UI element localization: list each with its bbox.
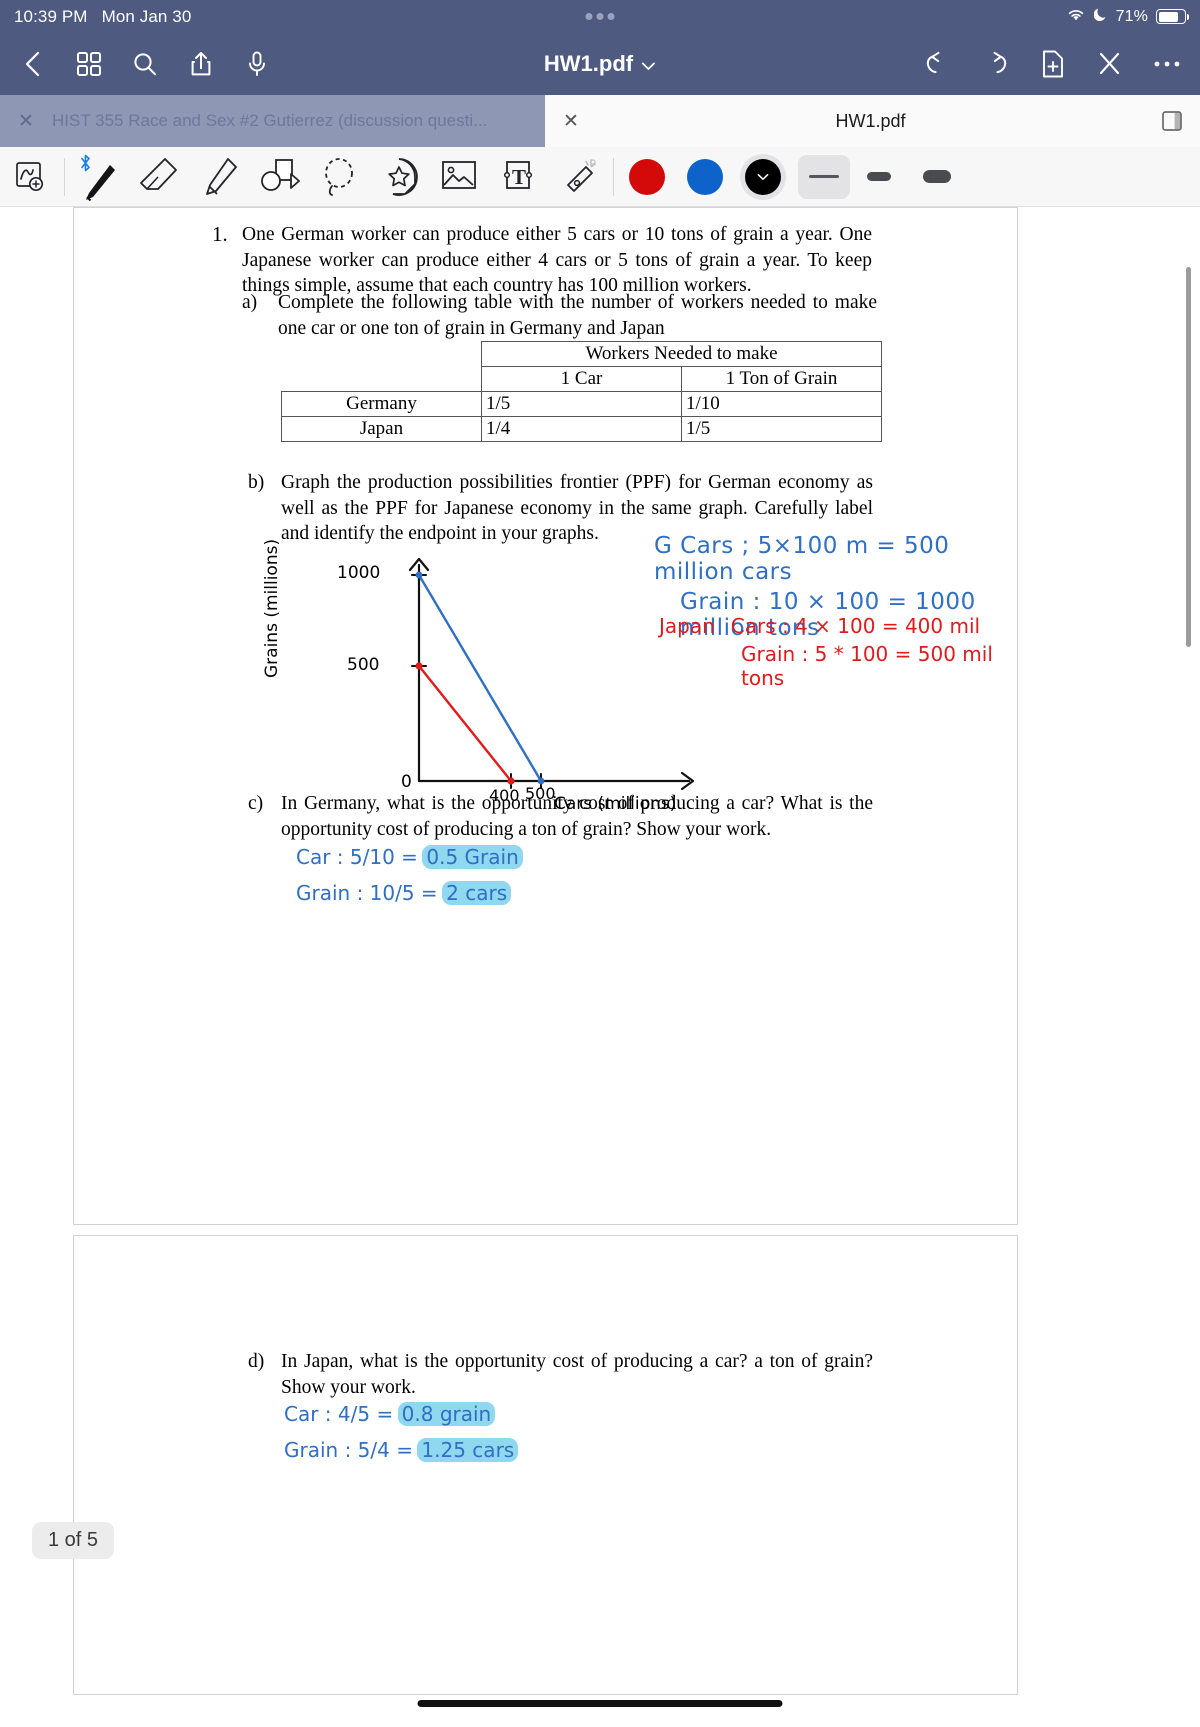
shapes-tool[interactable]: [249, 147, 309, 207]
table-cell-country: Japan: [281, 416, 482, 442]
part-d-label: d): [248, 1351, 265, 1372]
ytick-1000: 1000: [337, 563, 381, 583]
part-d-text: In Japan, what is the opportunity cost o…: [281, 1351, 873, 1398]
bluetooth-icon: [80, 154, 91, 175]
tab-hw1-pdf[interactable]: ✕ HW1.pdf: [545, 95, 1200, 147]
table-row: Germany 1/5 1/10: [281, 391, 882, 417]
battery-icon: [1156, 9, 1189, 24]
tab-strip: ✕ HIST 355 Race and Sex #2 Gutierrez (di…: [0, 95, 1200, 147]
grid-thumbnails-icon[interactable]: [74, 49, 104, 79]
question-intro: One German worker can produce either 5 c…: [242, 224, 872, 296]
y-axis-label: Grains (millions): [262, 538, 282, 678]
annotation-part-d-grain-answer: 1.25 cars: [417, 1438, 519, 1462]
table-header-grain: 1 Ton of Grain: [681, 366, 882, 392]
annotation-part-c-car: Car : 5/10 = 0.5 Grain: [296, 845, 523, 869]
stroke-width-medium-button[interactable]: [850, 147, 908, 207]
color-black-swatch-selected[interactable]: [734, 147, 792, 207]
stroke-width-thin-button[interactable]: [798, 154, 850, 199]
part-b-label: b): [248, 472, 265, 493]
table-super-header: Workers Needed to make: [481, 341, 882, 367]
annotation-japan: Japan Cars : 4 × 100 = 400 mil Grain : 5…: [659, 614, 1017, 690]
table-cell-grain: 1/5: [681, 416, 882, 442]
table-row: Japan 1/4 1/5: [281, 416, 882, 442]
highlighter-tool[interactable]: [189, 147, 249, 207]
toolbar-divider-2: [613, 157, 614, 196]
workers-table: Workers Needed to make 1 Car 1 Ton of Gr…: [281, 341, 882, 442]
eraser-tool[interactable]: [129, 147, 189, 207]
table-cell-car: 1/4: [481, 416, 682, 442]
tab-label: HIST 355 Race and Sex #2 Gutierrez (disc…: [52, 111, 488, 130]
tab-label: HW1.pdf: [835, 110, 906, 131]
scissors-icon[interactable]: [1095, 49, 1125, 79]
annotation-japan-grain: Grain : 5 * 100 = 500 mil tons: [741, 642, 993, 690]
ytick-500: 500: [347, 655, 380, 675]
annotation-part-d-grain: Grain : 5/4 = 1.25 cars: [284, 1438, 519, 1462]
share-icon[interactable]: [186, 49, 216, 79]
color-red-icon: [629, 158, 665, 195]
table-cell-grain: 1/10: [681, 391, 882, 417]
part-c-label: c): [248, 793, 264, 814]
table-header-car: 1 Car: [481, 366, 682, 392]
tab-hist355[interactable]: ✕ HIST 355 Race and Sex #2 Gutierrez (di…: [0, 95, 545, 147]
annotation-part-d-car: Car : 4/5 = 0.8 grain: [284, 1402, 496, 1426]
text-tool[interactable]: T: [489, 147, 549, 207]
svg-text:T: T: [512, 165, 526, 189]
part-a-text: Complete the following table with the nu…: [278, 292, 877, 339]
annotation-part-d-car-answer: 0.8 grain: [397, 1402, 496, 1426]
search-icon[interactable]: [130, 49, 160, 79]
status-center-dots: [585, 13, 615, 20]
undo-icon[interactable]: [924, 49, 954, 79]
pdf-page-1: 1. One German worker can produce either …: [73, 207, 1018, 1225]
redo-icon[interactable]: [981, 49, 1011, 79]
tablet-screen: 10:39 PM Mon Jan 30 71% HW1.pdf ✕ HIST 3…: [0, 0, 1200, 1727]
wifi-icon: [1066, 7, 1086, 27]
annotation-part-c-car-answer: 0.5 Grain: [422, 845, 523, 869]
chevron-down-icon[interactable]: [641, 51, 656, 77]
split-view-icon[interactable]: [1144, 109, 1200, 133]
do-not-disturb-icon: [1093, 6, 1108, 27]
vertical-scrollbar[interactable]: [1186, 267, 1191, 647]
color-blue-icon: [687, 158, 723, 195]
sticker-tool[interactable]: [369, 147, 429, 207]
microphone-icon[interactable]: [242, 49, 272, 79]
part-c-text: In Germany, what is the opportunity cost…: [281, 793, 873, 840]
battery-percent: 71%: [1115, 7, 1148, 25]
add-page-icon[interactable]: [1038, 49, 1068, 79]
image-tool[interactable]: [429, 147, 489, 207]
pen-tool[interactable]: [69, 147, 129, 207]
chevron-down-icon: [757, 173, 769, 180]
magic-eraser-tool[interactable]: [549, 147, 609, 207]
document-title[interactable]: HW1.pdf: [544, 51, 656, 77]
status-time: 10:39 PM: [14, 6, 88, 26]
page-indicator: 1 of 5: [32, 1522, 115, 1559]
zoom-box-tool[interactable]: [0, 147, 60, 207]
close-icon[interactable]: ✕: [545, 110, 597, 133]
document-viewport[interactable]: 1. One German worker can produce either …: [0, 207, 1200, 1727]
part-a-label: a): [242, 292, 258, 313]
home-indicator: [417, 1700, 783, 1707]
origin-label: 0: [401, 772, 412, 792]
app-toolbar: HW1.pdf: [0, 33, 1200, 95]
stroke-width-thick-button[interactable]: [908, 147, 966, 207]
color-red-swatch[interactable]: [618, 147, 676, 207]
status-bar: 10:39 PM Mon Jan 30 71%: [0, 0, 1200, 33]
color-black-icon: [745, 158, 781, 195]
annotation-part-c-grain: Grain : 10/5 = 2 cars: [296, 881, 512, 905]
color-blue-swatch[interactable]: [676, 147, 734, 207]
annotation-japan-cars: Cars : 4 × 100 = 400 mil: [730, 614, 981, 638]
toolbar-divider: [64, 157, 65, 196]
more-options-icon[interactable]: [1152, 49, 1182, 79]
status-date: Mon Jan 30: [101, 6, 192, 26]
close-icon[interactable]: ✕: [0, 110, 52, 133]
annotation-toolbar: T: [0, 147, 1200, 207]
pdf-page-2: d) In Japan, what is the opportunity cos…: [73, 1235, 1018, 1695]
question-number: 1.: [212, 222, 228, 246]
document-title-text: HW1.pdf: [543, 51, 634, 76]
lasso-tool[interactable]: [309, 147, 369, 207]
table-cell-car: 1/5: [481, 391, 682, 417]
table-cell-country: Germany: [281, 391, 482, 417]
ppf-graph: 1000 500 0 400 500 Cars (millions) Grain…: [262, 539, 709, 814]
annotation-part-c-grain-answer: 2 cars: [442, 881, 512, 905]
chevron-left-icon[interactable]: [18, 49, 48, 79]
